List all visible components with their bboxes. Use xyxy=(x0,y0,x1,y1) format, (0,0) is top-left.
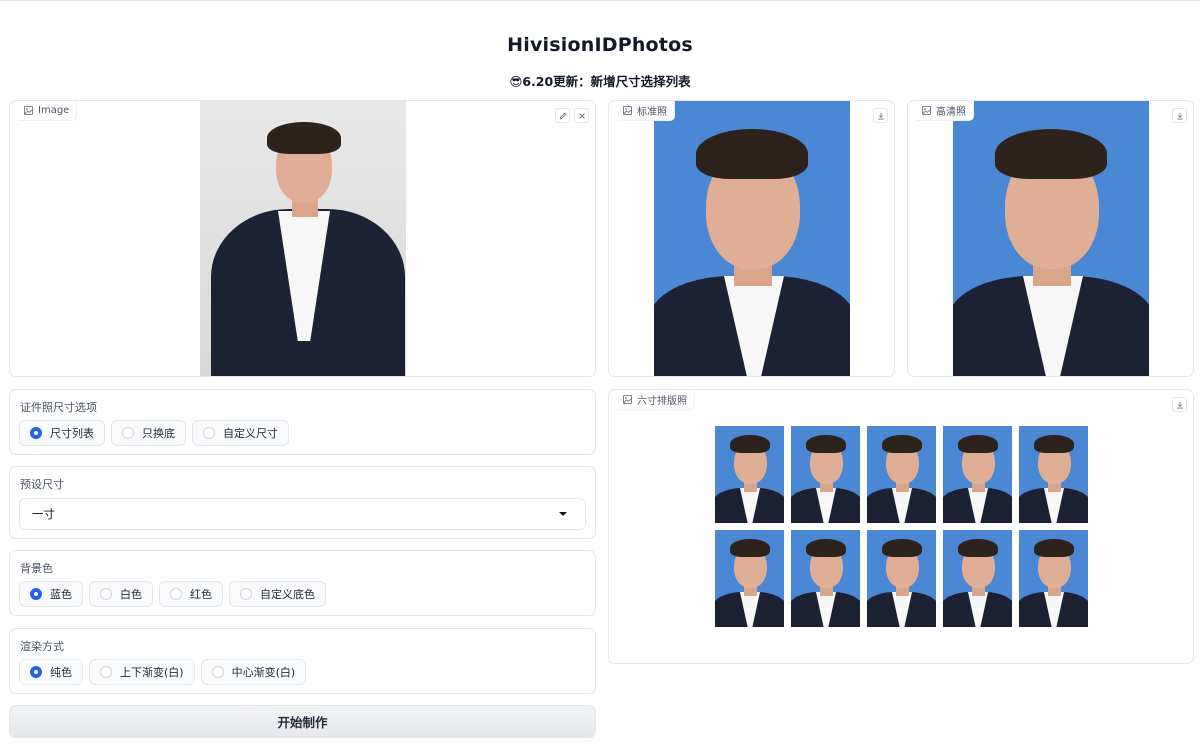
download-standard-button[interactable] xyxy=(873,108,888,123)
render-option-center-gradient[interactable]: 中心渐变(白) xyxy=(200,659,307,685)
download-layout-button[interactable] xyxy=(1172,397,1187,412)
radio-indicator xyxy=(100,588,112,600)
radio-label: 自定义尺寸 xyxy=(223,427,278,440)
input-portrait-image xyxy=(200,101,406,376)
radio-indicator xyxy=(100,666,112,678)
size-options-label: 证件照尺寸选项 xyxy=(20,401,97,414)
hd-photo-label-badge: 高清照 xyxy=(916,101,974,121)
render-mode-card: 渲染方式 纯色 上下渐变(白) 中心渐变(白) xyxy=(9,628,596,694)
download-icon xyxy=(1176,112,1183,119)
hd-photo-image xyxy=(953,101,1149,376)
preset-size-card: 预设尺寸 一寸 xyxy=(9,466,596,539)
size-option-custom[interactable]: 自定义尺寸 xyxy=(192,420,289,446)
layout-photo-grid xyxy=(715,426,1088,627)
layout-thumbnail xyxy=(715,426,784,523)
render-mode-label: 渲染方式 xyxy=(20,640,64,653)
render-option-vertical-gradient[interactable]: 上下渐变(白) xyxy=(89,659,195,685)
layout-thumbnail xyxy=(867,530,936,627)
chevron-down-icon xyxy=(559,512,567,516)
input-image-panel[interactable]: Image xyxy=(9,100,596,377)
background-color-radio-group: 蓝色 白色 红色 自定义底色 xyxy=(19,581,326,607)
render-option-solid[interactable]: 纯色 xyxy=(19,659,83,685)
background-option-custom[interactable]: 自定义底色 xyxy=(229,581,326,607)
preset-size-value: 一寸 xyxy=(32,507,55,521)
radio-indicator xyxy=(122,427,134,439)
image-icon xyxy=(922,106,931,115)
layout-thumbnail xyxy=(791,426,860,523)
radio-label: 尺寸列表 xyxy=(50,427,94,440)
clear-image-button[interactable] xyxy=(574,108,589,123)
standard-photo-label-badge: 标准照 xyxy=(617,101,675,121)
image-icon xyxy=(623,395,632,404)
close-icon xyxy=(578,112,585,119)
download-icon xyxy=(1176,401,1183,408)
radio-label: 白色 xyxy=(120,588,142,601)
radio-label: 自定义底色 xyxy=(260,588,315,601)
standard-photo-label: 标准照 xyxy=(637,107,667,118)
radio-indicator xyxy=(30,588,42,600)
background-option-red[interactable]: 红色 xyxy=(159,581,223,607)
layout-thumbnail xyxy=(1019,530,1088,627)
layout-photo-panel: 六寸排版照 xyxy=(608,389,1194,664)
layout-thumbnail xyxy=(791,530,860,627)
radio-indicator xyxy=(30,666,42,678)
standard-photo-panel: 标准照 xyxy=(608,100,895,377)
radio-indicator xyxy=(30,427,42,439)
layout-thumbnail xyxy=(1019,426,1088,523)
background-color-label: 背景色 xyxy=(20,562,53,575)
radio-indicator xyxy=(170,588,182,600)
radio-label: 纯色 xyxy=(50,666,72,679)
standard-photo-image xyxy=(654,101,850,376)
layout-photo-label-badge: 六寸排版照 xyxy=(617,390,695,410)
radio-label: 蓝色 xyxy=(50,588,72,601)
input-image-label-badge: Image xyxy=(18,101,78,121)
layout-thumbnail xyxy=(715,530,784,627)
radio-label: 红色 xyxy=(190,588,212,601)
background-option-blue[interactable]: 蓝色 xyxy=(19,581,83,607)
preset-size-select[interactable]: 一寸 xyxy=(19,498,586,530)
radio-indicator xyxy=(203,427,215,439)
radio-indicator xyxy=(211,666,224,678)
size-options-card: 证件照尺寸选项 尺寸列表 只换底 自定义尺寸 xyxy=(9,389,596,455)
image-icon xyxy=(623,106,632,115)
hd-photo-panel: 高清照 xyxy=(907,100,1194,377)
download-hd-button[interactable] xyxy=(1172,108,1187,123)
input-image-label: Image xyxy=(38,105,70,116)
top-divider xyxy=(0,0,1200,2)
page-title: HivisionIDPhotos xyxy=(507,34,693,56)
download-icon xyxy=(877,112,884,119)
render-mode-radio-group: 纯色 上下渐变(白) 中心渐变(白) xyxy=(19,659,307,685)
page-subtitle: 😎6.20更新：新增尺寸选择列表 xyxy=(509,74,691,89)
radio-label: 中心渐变(白) xyxy=(231,666,296,679)
layout-photo-label: 六寸排版照 xyxy=(637,396,687,407)
layout-thumbnail xyxy=(867,426,936,523)
radio-label: 只换底 xyxy=(142,427,175,440)
size-option-background-only[interactable]: 只换底 xyxy=(111,420,186,446)
layout-thumbnail xyxy=(943,426,1012,523)
size-options-radio-group: 尺寸列表 只换底 自定义尺寸 xyxy=(19,420,289,446)
hd-photo-label: 高清照 xyxy=(936,107,966,118)
layout-thumbnail xyxy=(943,530,1012,627)
background-option-white[interactable]: 白色 xyxy=(89,581,153,607)
radio-label: 上下渐变(白) xyxy=(120,666,184,679)
preset-size-label: 预设尺寸 xyxy=(20,478,64,491)
image-icon xyxy=(24,106,33,115)
size-option-list[interactable]: 尺寸列表 xyxy=(19,420,105,446)
radio-indicator xyxy=(240,588,252,600)
edit-button[interactable] xyxy=(555,108,570,123)
background-color-card: 背景色 蓝色 白色 红色 自定义底色 xyxy=(9,550,596,616)
start-button[interactable]: 开始制作 xyxy=(9,705,596,738)
edit-icon xyxy=(559,112,566,119)
